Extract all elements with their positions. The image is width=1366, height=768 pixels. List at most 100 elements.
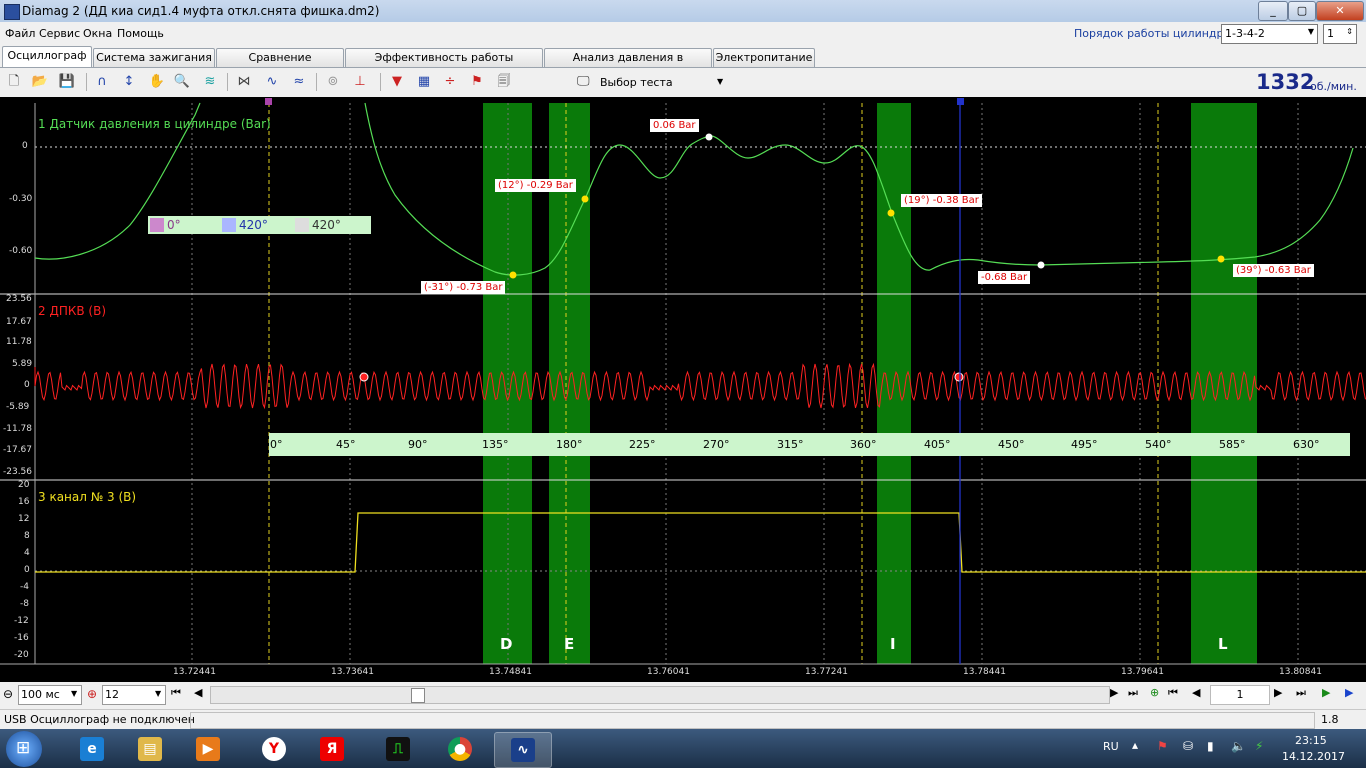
annotation-label: (39°) -0.63 Bar	[1233, 264, 1314, 277]
cursor-handle[interactable]	[957, 98, 964, 105]
ie-icon: e	[80, 737, 104, 761]
auto-trigger-icon[interactable]: ⊚	[323, 72, 343, 92]
tab-ignition[interactable]: Система зажигания	[93, 48, 215, 67]
clock-time[interactable]: 23:15	[1295, 734, 1327, 747]
volume-icon[interactable]: 🔈	[1231, 739, 1246, 753]
title-bar[interactable]: Diamag 2 (ДД киа сид1.4 муфта откл.снята…	[0, 0, 1366, 22]
firing-order-label: Порядок работы цилиндров	[1074, 27, 1237, 40]
ch2-marker[interactable]	[359, 372, 369, 382]
oscilloscope-display[interactable]: 1 Датчик давления в цилиндре (Bar) 2 ДПК…	[0, 97, 1366, 682]
toolbar-separator	[86, 73, 87, 91]
next-page-icon[interactable]: ▶	[1274, 686, 1282, 699]
zoom-out-icon[interactable]: ⊖	[3, 687, 13, 701]
version-text: 1.8	[1321, 713, 1339, 726]
ch2-tick: -17.67	[3, 445, 33, 455]
tray-device-icon[interactable]: ⛁	[1183, 739, 1193, 753]
open-folder-icon[interactable]: 📂	[30, 72, 50, 92]
tab-oscilloscope[interactable]: Осциллограф	[2, 46, 92, 68]
first-page-icon[interactable]: ⏮	[1168, 686, 1178, 700]
split-icon[interactable]: ÷	[440, 72, 460, 92]
menu-service[interactable]: Сервис	[39, 27, 80, 40]
minimize-button[interactable]: _	[1258, 1, 1288, 21]
zoom-in-icon[interactable]: ⊕	[87, 687, 97, 701]
hand-pan-icon[interactable]: ✋	[147, 72, 167, 92]
close-button[interactable]: ✕	[1316, 1, 1364, 21]
prev-icon[interactable]: ◀	[194, 686, 202, 699]
start-button[interactable]: ⊞	[6, 731, 42, 767]
power-icon[interactable]: ⚡	[1255, 739, 1263, 753]
ch3-tick: 12	[18, 514, 30, 524]
taskbar-yandex[interactable]: Я	[304, 732, 360, 766]
point-max[interactable]	[705, 133, 713, 141]
tab-cylinder-efficiency[interactable]: Эффективность работы цилиндров	[345, 48, 543, 82]
diamag-icon: ∿	[511, 738, 535, 762]
marker-handle[interactable]	[265, 98, 272, 105]
taskbar-ie[interactable]: e	[64, 732, 120, 766]
timeline-scrollbar[interactable]	[210, 686, 1110, 704]
tab-cylinder-compare[interactable]: Сравнение цилиндров	[216, 48, 344, 82]
compress-icon[interactable]: ⋈	[234, 72, 254, 92]
page-icon[interactable]: 🗐	[494, 72, 514, 92]
tray-arrow-icon[interactable]: ▴	[1132, 738, 1138, 752]
taskbar-chrome[interactable]: ●	[432, 732, 488, 766]
angle-tick: 270°	[703, 438, 730, 451]
tab-pressure-analysis[interactable]: Анализ давления в цилиндре	[544, 48, 712, 82]
play-fast-icon[interactable]: ▶	[1345, 686, 1353, 699]
vertical-grid	[191, 103, 1299, 664]
taskbar: ⊞ e ▤ ▶ Y Я ⎍ ● ∿ RU ▴ ⚑ ⛁ ▮ 🔈 ⚡ 23:15 1…	[0, 729, 1366, 768]
cylinder-select[interactable]: 1 ⇕	[1323, 24, 1357, 44]
delta-value: 420°	[312, 218, 341, 232]
prev-page-icon[interactable]: ◀	[1192, 686, 1200, 699]
first-page-icon[interactable]: ⏮	[171, 686, 181, 700]
point-39[interactable]	[1217, 255, 1225, 263]
maximize-button[interactable]: ▢	[1288, 1, 1316, 21]
firing-order-select[interactable]: 1-3-4-2 ▼	[1221, 24, 1318, 44]
network-icon[interactable]: ▮	[1207, 739, 1214, 753]
ch2-tick: 11.78	[6, 337, 32, 347]
flag-icon[interactable]: ⚑	[467, 72, 487, 92]
tab-power-supply[interactable]: Электропитание	[713, 48, 815, 67]
next-icon[interactable]: ▶	[1110, 686, 1118, 699]
app-icon	[4, 4, 20, 20]
menu-help[interactable]: Помощь	[117, 27, 164, 40]
angle-scale	[269, 433, 1350, 456]
save-icon[interactable]: 💾	[57, 72, 77, 92]
vertical-fit-icon[interactable]: ↕	[119, 72, 139, 92]
grid-icon[interactable]: ▦	[414, 72, 434, 92]
test-select[interactable]: 🖵 Выбор теста ▼	[575, 72, 727, 92]
taskbar-oscilloscope[interactable]: ⎍	[370, 732, 426, 766]
oscilloscope-canvas[interactable]	[0, 97, 1366, 682]
play-icon[interactable]: ▶	[1322, 686, 1330, 699]
last-icon[interactable]: ⏭	[1128, 686, 1138, 700]
clock-date[interactable]: 14.12.2017	[1282, 750, 1345, 763]
scroll-thumb[interactable]	[411, 688, 425, 703]
point-068[interactable]	[1037, 261, 1045, 269]
multi-wave-icon[interactable]: ≈	[289, 72, 309, 92]
zoom-icon[interactable]: 🔍	[172, 72, 192, 92]
taskbar-yandex-browser[interactable]: Y	[246, 732, 302, 766]
yandex-icon: Я	[320, 737, 344, 761]
tray-flag-icon[interactable]: ⚑	[1157, 739, 1168, 753]
auto-scale-icon[interactable]: ∩	[92, 72, 112, 92]
taskbar-diamag[interactable]: ∿	[494, 732, 552, 768]
cursor-filter-icon[interactable]: ▼	[387, 72, 407, 92]
new-file-icon[interactable]: 🗋	[4, 72, 24, 92]
timebase-select[interactable]: 100 мс ▼	[18, 685, 82, 705]
last-page-icon[interactable]: ⏭	[1296, 686, 1306, 700]
menu-windows[interactable]: Окна	[83, 27, 112, 40]
wave-icon[interactable]: ∿	[262, 72, 282, 92]
language-indicator[interactable]: RU	[1103, 740, 1119, 753]
ch2-marker[interactable]	[954, 372, 964, 382]
point-12[interactable]	[581, 195, 589, 203]
filter-icon[interactable]: ≋	[200, 72, 220, 92]
point-min[interactable]	[509, 271, 517, 279]
add-icon[interactable]: ⊕	[1150, 686, 1159, 699]
count-select[interactable]: 12 ▼	[102, 685, 166, 705]
taskbar-media[interactable]: ▶	[180, 732, 236, 766]
point-19[interactable]	[887, 209, 895, 217]
angle-tick: 45°	[336, 438, 356, 451]
page-input[interactable]: 1	[1210, 685, 1270, 705]
taskbar-explorer[interactable]: ▤	[122, 732, 178, 766]
menu-file[interactable]: Файл	[5, 27, 35, 40]
trigger-level-icon[interactable]: ⊥	[350, 72, 370, 92]
